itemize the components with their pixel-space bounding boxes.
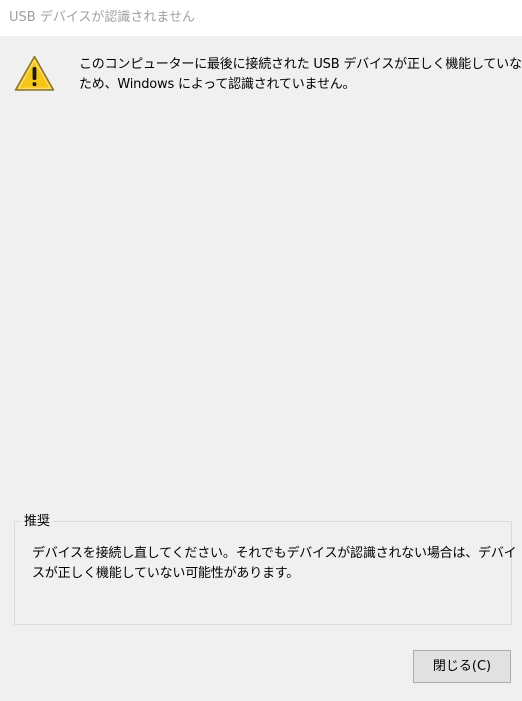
window-title: USB デバイスが認識されません [9, 10, 196, 25]
dialog-window: USB デバイスが認識されません このコンピューターに最後に接続された USB … [0, 0, 522, 701]
error-message-line-1: このコンピューターに最後に接続された USB デバイスが正しく機能していない [79, 57, 522, 72]
recommendation-text-line-1: デバイスを接続し直してください。それでもデバイスが認識されない場合は、デバイ [32, 546, 517, 561]
recommendation-label: 推奨 [21, 513, 54, 530]
recommendation-text: デバイスを接続し直してください。それでもデバイスが認識されない場合は、デバイ ス… [32, 544, 517, 584]
recommendation-text-line-2: スが正しく機能していない可能性があります。 [32, 566, 300, 581]
error-message: このコンピューターに最後に接続された USB デバイスが正しく機能していない た… [79, 55, 522, 95]
title-bar[interactable]: USB デバイスが認識されません [0, 0, 522, 36]
close-button[interactable]: 閉じる(C) [413, 650, 511, 683]
recommendation-group: 推奨 デバイスを接続し直してください。それでもデバイスが認識されない場合は、デバ… [14, 513, 517, 625]
error-message-line-2: ため、Windows によって認識されていません。 [79, 77, 356, 92]
warning-icon [14, 55, 55, 91]
